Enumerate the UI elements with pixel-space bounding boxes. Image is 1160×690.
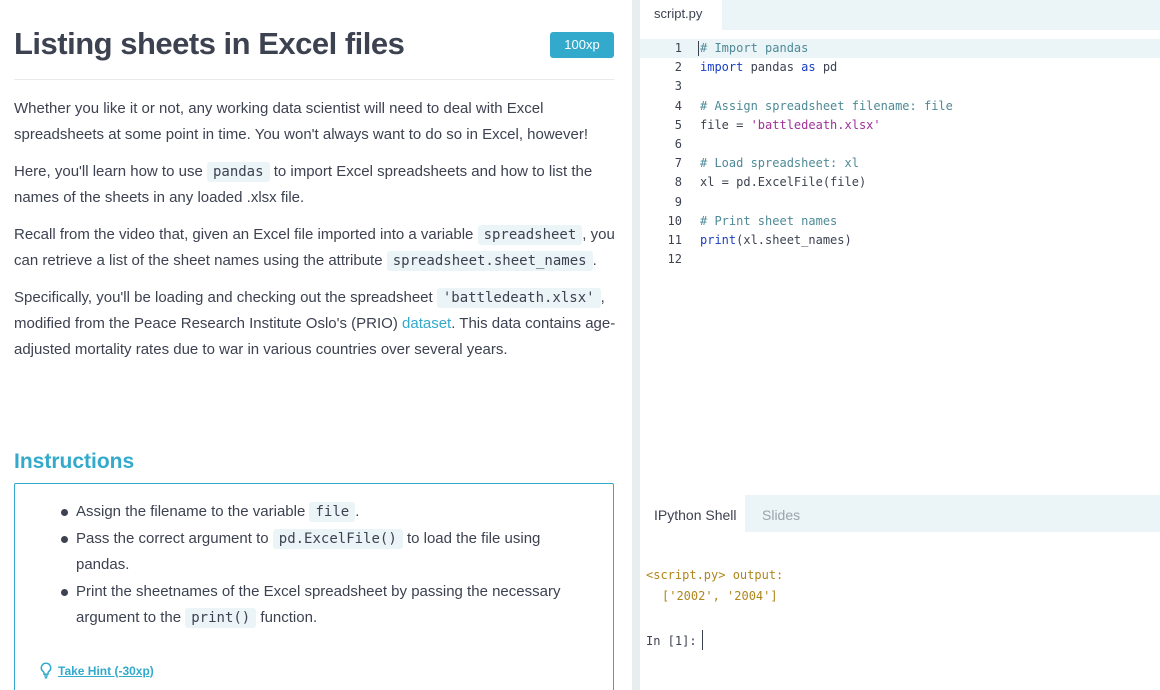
description-paragraph: Whether you like it or not, any working … — [14, 100, 589, 143]
code-text: file = 'battledeath.xlsx' — [700, 116, 881, 135]
code-line[interactable]: 10 # Print sheet names — [640, 212, 1160, 231]
title-divider — [14, 79, 614, 80]
tab-ipython-shell[interactable]: IPython Shell — [640, 495, 745, 532]
code-token: # Import pandas — [700, 41, 809, 55]
shell-output-header: <script.py> output: — [646, 568, 784, 582]
code-line[interactable]: 11 print(xl.sheet_names) — [640, 231, 1160, 250]
code-token: file = — [700, 117, 751, 132]
code-token: pd — [815, 60, 838, 75]
inline-code: 'battledeath.xlsx' — [436, 288, 601, 308]
instruction-item: Assign the filename to the variable file… — [59, 499, 579, 525]
description-paragraph: Recall from the video that, given an Exc… — [14, 225, 615, 271]
inline-code: pandas — [206, 162, 270, 182]
instruction-item: Pass the correct argument to pd.ExcelFil… — [59, 526, 579, 578]
shell-output-value: ['2002', '2004'] — [662, 589, 778, 603]
hint-label: Take Hint (-30xp) — [58, 663, 154, 678]
take-hint-link[interactable]: Take Hint (-30xp) — [40, 662, 154, 679]
instructions-heading: Instructions — [14, 450, 135, 473]
code-line[interactable]: 5 file = 'battledeath.xlsx' — [640, 116, 1160, 135]
code-line[interactable]: 7 # Load spreadsheet: xl — [640, 154, 1160, 173]
code-line[interactable]: 6 — [640, 135, 1160, 154]
code-line[interactable]: 2 import pandas as pd — [640, 58, 1160, 77]
inline-code: pd.ExcelFile() — [272, 529, 403, 549]
code-token: xl = pd.ExcelFile(file) — [700, 175, 867, 190]
line-number: 3 — [674, 79, 682, 94]
code-line[interactable]: 4 # Assign spreadsheet filename: file — [640, 97, 1160, 116]
code-text: # Import pandas — [700, 39, 808, 58]
line-number: 4 — [674, 98, 682, 113]
code-token: as — [801, 60, 816, 75]
code-token: pandas — [743, 60, 802, 75]
inline-code: spreadsheet.sheet_names — [386, 251, 593, 271]
line-number: 8 — [674, 175, 682, 190]
inline-code: spreadsheet — [477, 225, 583, 245]
line-number: 10 — [667, 213, 682, 228]
code-token: # Print sheet names — [700, 213, 838, 228]
inline-code: print() — [185, 608, 257, 628]
code-editor[interactable]: 1 # Import pandas 2 import pandas as pd 3 4 # … — [640, 30, 1160, 495]
ipython-shell[interactable]: <script.py> output: ['2002', '2004'] In … — [640, 532, 1160, 690]
text-cursor — [698, 41, 699, 56]
code-token: print — [700, 233, 737, 247]
code-line[interactable]: 9 — [640, 193, 1160, 212]
description-paragraph: Specifically, you'll be loading and chec… — [14, 288, 616, 358]
instruction-item: Print the sheetnames of the Excel spread… — [59, 579, 579, 631]
code-text: print(xl.sheet_names) — [700, 231, 852, 250]
exercise-title: Listing sheets in Excel files — [14, 26, 405, 61]
code-text: xl = pd.ExcelFile(file) — [700, 173, 866, 192]
code-line[interactable]: 3 — [640, 77, 1160, 96]
line-number: 11 — [667, 233, 682, 247]
code-pane: script.py 1 # Import pandas 2 import pandas… — [640, 0, 1160, 690]
line-number: 7 — [674, 156, 682, 171]
dataset-link[interactable]: dataset — [402, 315, 451, 332]
line-number: 6 — [674, 137, 682, 151]
exercise-pane: Listing sheets in Excel files 100xp Whet… — [0, 0, 632, 690]
line-number: 1 — [674, 41, 682, 55]
inline-code: file — [309, 502, 356, 522]
tab-slides[interactable]: Slides — [762, 495, 800, 532]
pane-divider[interactable] — [632, 0, 640, 690]
line-number: 9 — [674, 194, 682, 209]
code-text: # Load spreadsheet: xl — [700, 154, 859, 173]
instructions-box: Assign the filename to the variable file… — [14, 483, 614, 690]
description-paragraph: Here, you'll learn how to use pandas to … — [14, 162, 593, 206]
code-line[interactable]: 8 xl = pd.ExcelFile(file) — [640, 173, 1160, 192]
exercise-description: Whether you like it or not, any working … — [14, 96, 618, 374]
line-number: 12 — [667, 252, 682, 267]
line-number: 2 — [674, 60, 682, 75]
code-line[interactable]: 1 # Import pandas — [640, 39, 1160, 58]
editor-tabbar: script.py — [640, 0, 1160, 30]
tab-script-py[interactable]: script.py — [640, 0, 722, 30]
instructions-list: Assign the filename to the variable file… — [59, 499, 579, 632]
code-text: import pandas as pd — [700, 58, 837, 77]
code-token: # Load spreadsheet: xl — [700, 156, 859, 171]
code-token: # Assign spreadsheet filename: file — [700, 98, 953, 113]
code-text: # Print sheet names — [700, 212, 837, 231]
code-line[interactable]: 12 — [640, 250, 1160, 269]
code-token: import — [700, 60, 744, 75]
code-token: (xl.sheet_names) — [736, 233, 852, 247]
lightbulb-icon — [40, 662, 52, 679]
code-token: 'battledeath.xlsx' — [750, 117, 881, 132]
shell-cursor — [702, 630, 703, 650]
xp-badge: 100xp — [550, 32, 614, 58]
shell-prompt: In [1]: — [646, 634, 697, 648]
shell-tabbar: IPython Shell Slides — [640, 495, 1160, 532]
code-text: # Assign spreadsheet filename: file — [700, 97, 953, 116]
line-number: 5 — [674, 117, 682, 132]
